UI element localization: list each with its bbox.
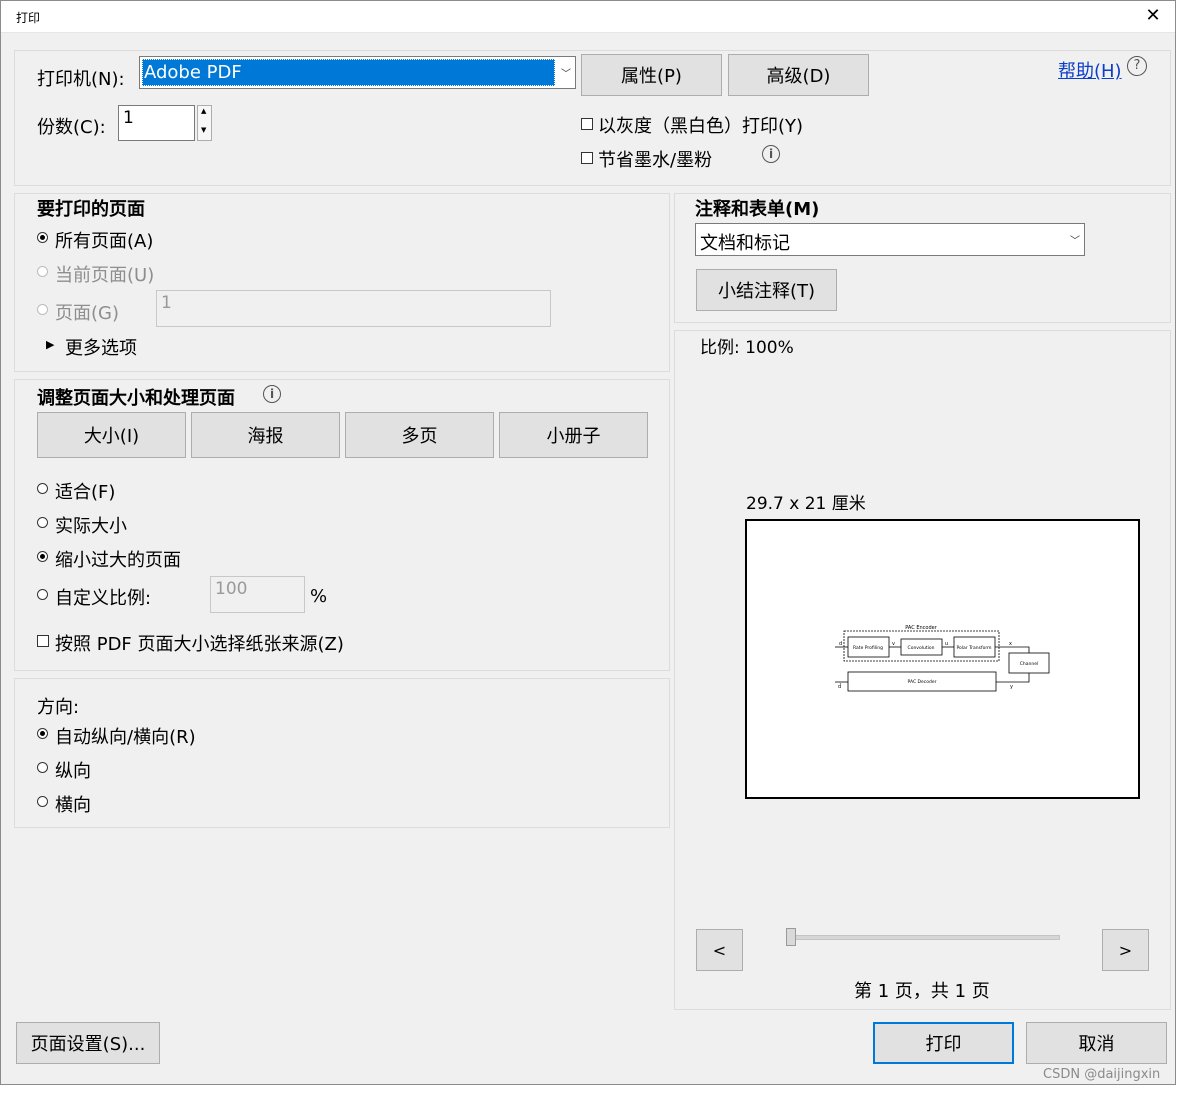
help-link[interactable]: 帮助(H): [1058, 57, 1122, 83]
grayscale-label: 以灰度（黑白色）打印(Y): [598, 116, 804, 137]
page-range-input[interactable]: 1: [156, 290, 551, 327]
diagram-preview: PAC Encoder Rate Profiling Convolution P…: [835, 625, 1050, 692]
copies-label: 份数(C):: [37, 117, 106, 138]
all-pages-radio[interactable]: [37, 232, 48, 243]
orientation-group: 方向: 自动纵向/横向(R) 纵向 横向: [14, 678, 670, 828]
actual-size-label: 实际大小: [55, 516, 127, 537]
annotations-group: 注释和表单(M) 文档和标记 ﹀ 小结注释(T): [674, 193, 1171, 323]
page-info: 第 1 页，共 1 页: [854, 981, 990, 1002]
symbol-v: v: [892, 641, 895, 647]
size-tab-button[interactable]: 大小(I): [37, 412, 186, 458]
symbol-u: u: [945, 641, 948, 647]
actual-size-radio[interactable]: [37, 517, 48, 528]
auto-orientation-radio[interactable]: [37, 728, 48, 739]
annotations-select[interactable]: 文档和标记 ﹀: [695, 223, 1085, 256]
annotations-heading: 注释和表单(M): [695, 199, 820, 220]
printer-select[interactable]: Adobe PDF ﹀: [139, 56, 576, 89]
more-options-label[interactable]: 更多选项: [65, 334, 137, 360]
arrow-x: [995, 646, 1030, 653]
orientation-heading: 方向:: [37, 697, 80, 718]
prev-page-button[interactable]: <: [696, 929, 743, 971]
help-icon[interactable]: ?: [1127, 56, 1147, 76]
paper-source-checkbox[interactable]: [37, 635, 49, 647]
properties-button[interactable]: 属性(P): [581, 54, 722, 96]
landscape-label: 横向: [55, 795, 91, 816]
current-page-label: 当前页面(U): [55, 265, 155, 286]
custom-scale-label: 自定义比例:: [55, 588, 152, 609]
all-pages-label: 所有页面(A): [55, 231, 154, 252]
grayscale-checkbox[interactable]: [581, 118, 593, 130]
paper-source-label: 按照 PDF 页面大小选择纸张来源(Z): [55, 634, 344, 655]
arrow-y: [996, 673, 1030, 683]
chevron-down-icon: ﹀: [1070, 236, 1080, 247]
watermark: CSDN @daijingxin: [1043, 1067, 1161, 1082]
title-bar: 打印 ✕: [1, 1, 1175, 33]
poster-tab-button[interactable]: 海报: [191, 412, 340, 458]
save-ink-checkbox[interactable]: [581, 152, 593, 164]
annotations-selected-value: 文档和标记: [700, 233, 790, 254]
fit-radio[interactable]: [37, 483, 48, 494]
info-icon[interactable]: i: [263, 385, 281, 403]
custom-scale-radio[interactable]: [37, 589, 48, 600]
decoder-text: PAC Decoder: [908, 679, 937, 685]
portrait-radio[interactable]: [37, 762, 48, 773]
encoder-title: PAC Encoder: [905, 625, 937, 631]
close-icon[interactable]: ✕: [1139, 3, 1167, 29]
spin-down-icon[interactable]: ▼: [201, 126, 206, 134]
copies-spinner[interactable]: ▲ ▼: [197, 105, 212, 141]
symbol-dhat: d̂: [838, 683, 842, 690]
polar-transform-text: Polar Transform: [957, 645, 992, 651]
page-range-radio[interactable]: [37, 304, 48, 315]
scale-label: 比例: 100%: [700, 338, 794, 358]
symbol-x: x: [1009, 641, 1012, 647]
pages-heading: 要打印的页面: [37, 199, 145, 220]
rate-profiling-text: Rate Profiling: [853, 645, 883, 651]
sizing-group: 调整页面大小和处理页面 i 大小(I) 海报 多页 小册子 适合(F) 实际大小…: [14, 379, 670, 671]
printer-group: 打印机(N): Adobe PDF ﹀ 属性(P) 高级(D) 帮助(H) ? …: [14, 50, 1171, 186]
next-page-button[interactable]: >: [1102, 929, 1149, 971]
portrait-label: 纵向: [55, 761, 91, 782]
printer-label: 打印机(N):: [37, 69, 125, 90]
info-icon[interactable]: i: [762, 145, 780, 163]
page-setup-button[interactable]: 页面设置(S)...: [16, 1022, 160, 1064]
multiple-tab-button[interactable]: 多页: [345, 412, 494, 458]
shrink-radio[interactable]: [37, 551, 48, 562]
preview-group: 比例: 100% 29.7 x 21 厘米 PAC Encoder Rate P…: [674, 330, 1171, 1010]
chevron-down-icon: ﹀: [561, 69, 571, 80]
shrink-label: 缩小过大的页面: [55, 550, 181, 571]
window-title: 打印: [16, 11, 41, 25]
page-slider-thumb[interactable]: [786, 928, 796, 946]
cancel-button[interactable]: 取消: [1026, 1022, 1167, 1064]
landscape-radio[interactable]: [37, 796, 48, 807]
auto-orientation-label: 自动纵向/横向(R): [55, 727, 196, 748]
custom-scale-input[interactable]: 100: [210, 576, 305, 613]
page-preview: PAC Encoder Rate Profiling Convolution P…: [745, 519, 1140, 799]
spin-up-icon[interactable]: ▲: [201, 107, 206, 115]
channel-text: Channel: [1020, 661, 1038, 667]
printer-selected-value: Adobe PDF: [144, 62, 242, 83]
pages-group: 要打印的页面 所有页面(A) 当前页面(U) 页面(G) 1 ▶ 更多选项: [14, 193, 670, 372]
copies-input[interactable]: 1: [118, 105, 195, 141]
fit-label: 适合(F): [55, 482, 116, 503]
percent-label: %: [310, 586, 328, 607]
advanced-button[interactable]: 高级(D): [728, 54, 869, 96]
print-button[interactable]: 打印: [873, 1022, 1014, 1064]
current-page-radio[interactable]: [37, 266, 48, 277]
save-ink-label: 节省墨水/墨粉: [598, 150, 713, 171]
page-slider-track[interactable]: [786, 935, 1060, 940]
convolution-text: Convolution: [908, 645, 935, 651]
symbol-d: d: [839, 641, 842, 647]
symbol-y: y: [1010, 684, 1013, 690]
expand-triangle-icon[interactable]: ▶: [46, 338, 54, 351]
paper-size-label: 29.7 x 21 厘米: [746, 494, 866, 514]
print-dialog: 打印 ✕ 打印机(N): Adobe PDF ﹀ 属性(P) 高级(D) 帮助(…: [0, 0, 1176, 1085]
booklet-tab-button[interactable]: 小册子: [499, 412, 648, 458]
sizing-heading: 调整页面大小和处理页面: [37, 388, 235, 409]
summarize-comments-button[interactable]: 小结注释(T): [696, 269, 837, 311]
page-range-label: 页面(G): [55, 303, 119, 324]
